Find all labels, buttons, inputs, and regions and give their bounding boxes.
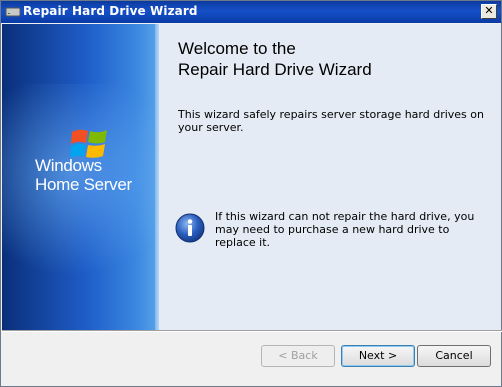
footer-divider (2, 330, 502, 332)
sidebar-banner: Windows Home Server (2, 24, 159, 330)
brand-line-2: Home Server (35, 175, 132, 194)
close-button[interactable]: ✕ (481, 4, 497, 19)
brand-line-1: Windows (35, 156, 102, 175)
page-title-line-1: Welcome to the (178, 39, 296, 58)
back-button[interactable]: < Back (261, 345, 335, 367)
cancel-button[interactable]: Cancel (417, 345, 491, 367)
info-message: If this wizard can not repair the hard d… (215, 210, 475, 249)
wizard-window: Repair Hard Drive Wizard ✕ Windows Home … (0, 0, 502, 387)
intro-text: This wizard safely repairs server storag… (178, 108, 484, 134)
page-title-line-2: Repair Hard Drive Wizard (178, 60, 372, 79)
next-button[interactable]: Next > (341, 345, 415, 367)
hard-drive-icon (5, 7, 21, 17)
content-panel: Welcome to the Repair Hard Drive Wizard … (159, 24, 501, 330)
info-icon (175, 213, 205, 243)
window-title: Repair Hard Drive Wizard (23, 4, 198, 18)
title-bar[interactable]: Repair Hard Drive Wizard ✕ (1, 1, 501, 23)
